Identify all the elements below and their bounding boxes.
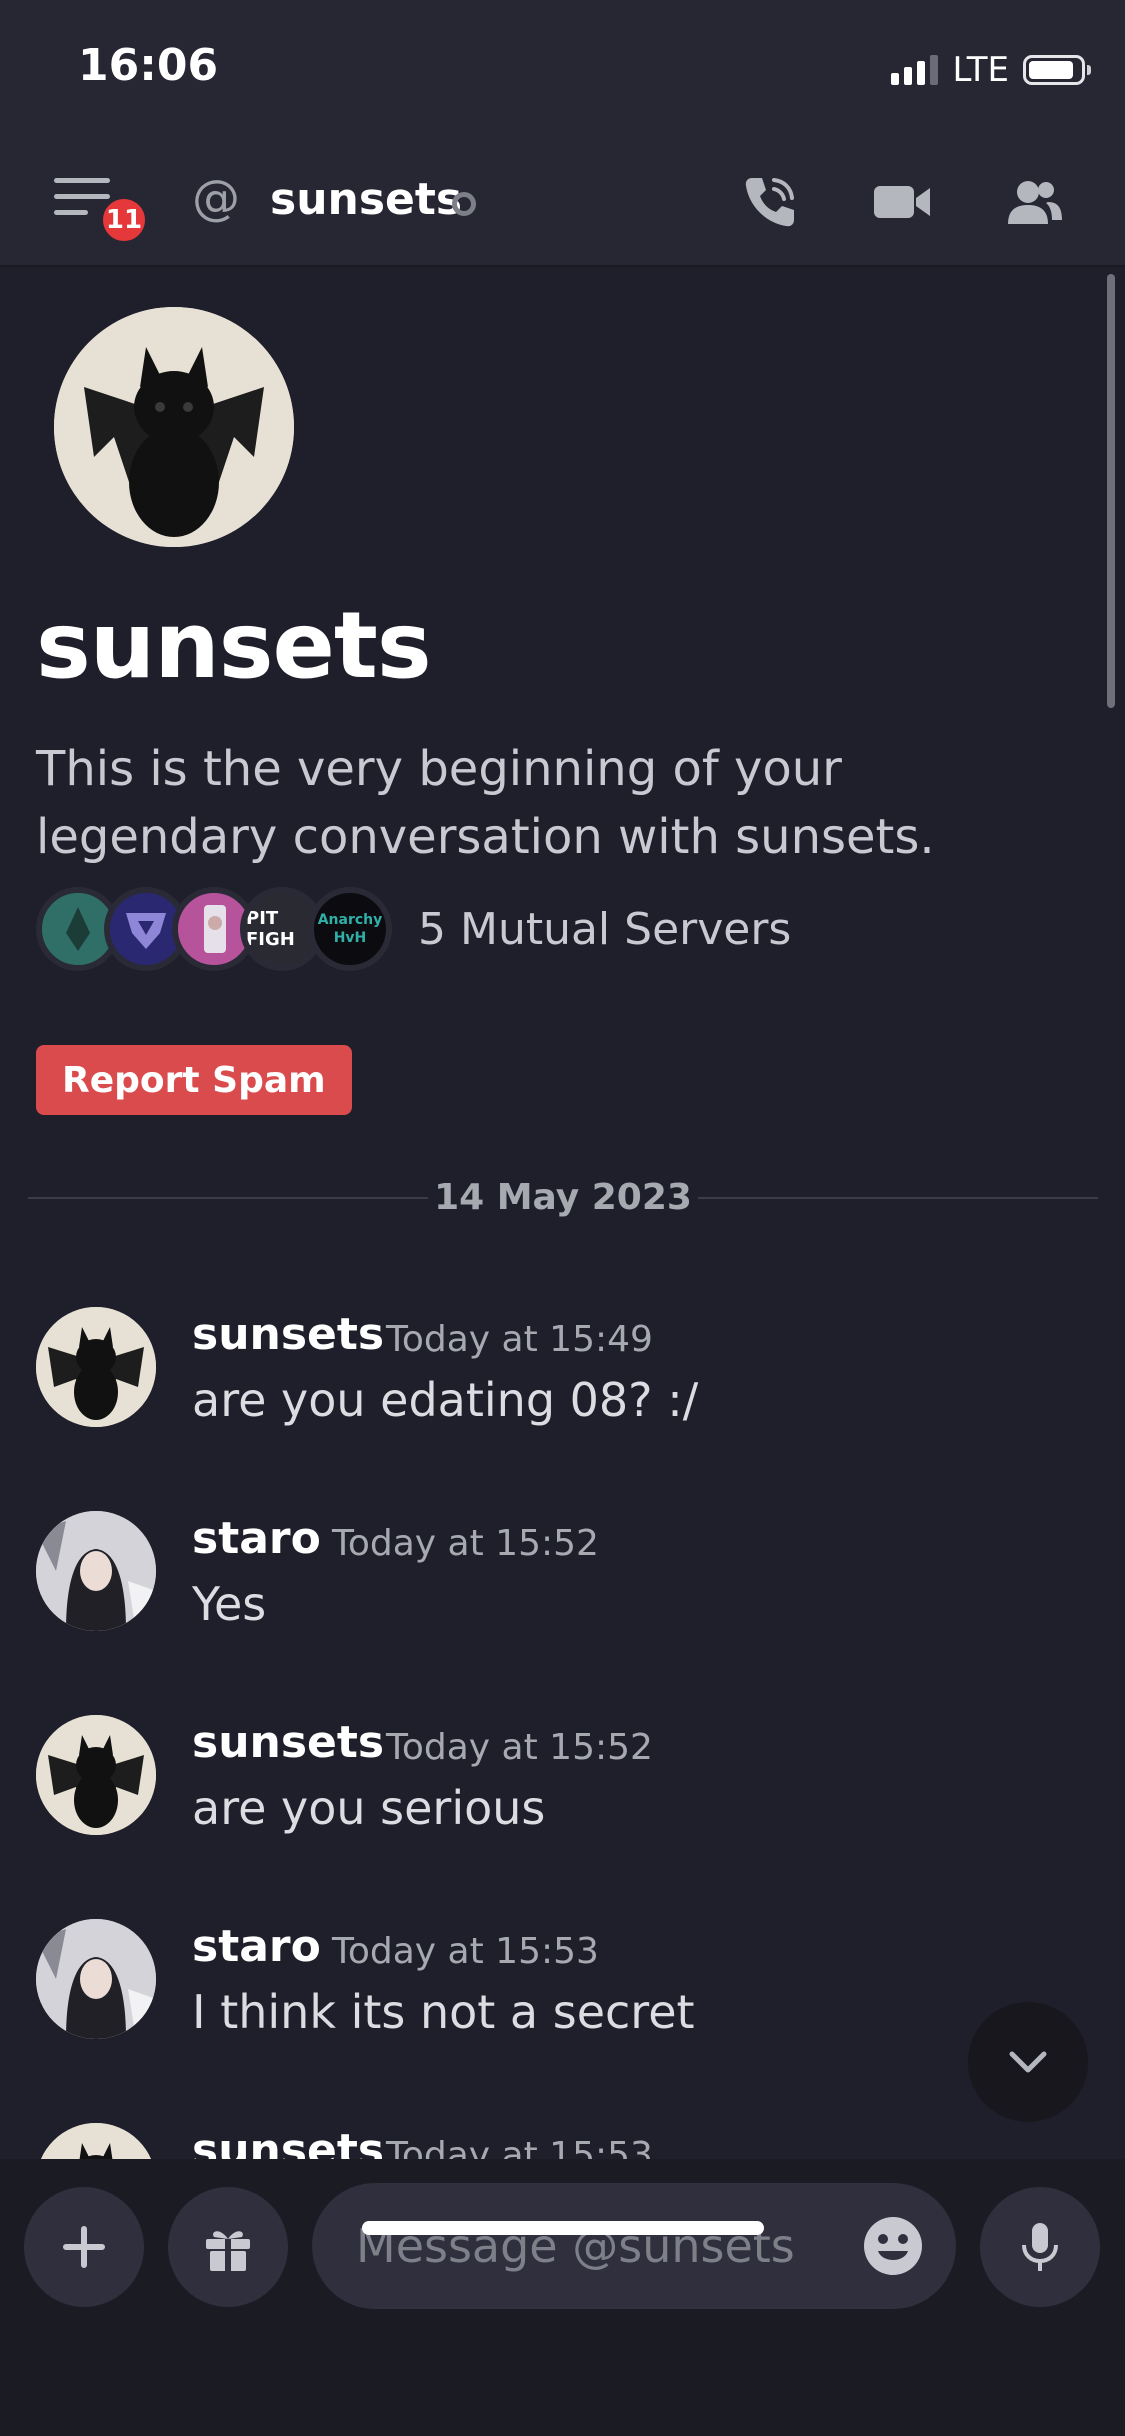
chevron-down-icon [1009, 2051, 1047, 2073]
message-text: Yes [192, 1577, 267, 1631]
video-call-icon[interactable] [870, 170, 934, 234]
message-author[interactable]: sunsets [192, 2125, 384, 2159]
at-icon: @ [192, 170, 240, 226]
message-timestamp: Today at 15:53 [332, 1931, 599, 1972]
message-text: are you edating 08? :/ [192, 1373, 699, 1427]
message-author[interactable]: staro [192, 1921, 321, 1972]
mutual-servers[interactable]: PIT FIGH Anarchy HvH 5 Mutual Servers [36, 887, 791, 971]
date-divider: 14 May 2023 [28, 1173, 1098, 1223]
voice-call-icon[interactable] [738, 170, 802, 234]
add-attachment-button[interactable] [24, 2187, 144, 2307]
author-avatar[interactable] [36, 1511, 156, 1631]
message-item[interactable]: staro Today at 15:53 I think its not a s… [36, 1919, 1096, 2079]
message-timestamp: Today at 15:49 [386, 1319, 653, 1360]
gift-button[interactable] [168, 2187, 288, 2307]
scrollbar[interactable] [1107, 274, 1115, 708]
status-indicators: LTE [891, 50, 1091, 90]
author-avatar[interactable] [36, 1715, 156, 1835]
message-timestamp: Today at 15:53 [386, 2135, 653, 2159]
message-author[interactable]: sunsets [192, 1309, 384, 1360]
status-bar: 16:06 LTE [0, 0, 1125, 140]
channel-title[interactable]: sunsets [270, 174, 462, 225]
home-indicator [362, 2221, 764, 2235]
member-list-icon[interactable] [1002, 170, 1066, 234]
message-timestamp: Today at 15:52 [332, 1523, 599, 1564]
message-item[interactable]: sunsets Today at 15:49 are you edating 0… [36, 1307, 1096, 1467]
server-icon-anarchy-hvh[interactable]: Anarchy HvH [308, 887, 392, 971]
message-item[interactable]: sunsets Today at 15:52 are you serious [36, 1715, 1096, 1875]
message-input[interactable]: Message @sunsets [312, 2183, 956, 2309]
conversation-intro: This is the very beginning of your legen… [36, 741, 935, 865]
author-avatar[interactable] [36, 1919, 156, 2039]
message-author[interactable]: sunsets [192, 1717, 384, 1768]
message-text: I think its not a secret [192, 1985, 695, 2039]
status-time: 16:06 [78, 40, 219, 91]
network-label: LTE [952, 50, 1009, 90]
message-composer: Message @sunsets [0, 2159, 1125, 2436]
message-text: are you serious [192, 1781, 546, 1835]
emoji-icon[interactable] [862, 2215, 924, 2277]
message-item[interactable]: sunsets Today at 15:53 [36, 2123, 1096, 2159]
message-timestamp: Today at 15:52 [386, 1727, 653, 1768]
gift-icon [206, 2231, 250, 2271]
mutual-servers-label[interactable]: 5 Mutual Servers [418, 904, 791, 955]
offline-status-icon [452, 192, 476, 216]
voice-message-button[interactable] [980, 2187, 1100, 2307]
author-avatar[interactable] [36, 2123, 156, 2159]
report-spam-button[interactable]: Report Spam [36, 1045, 352, 1115]
message-list[interactable]: sunsets This is the very beginning of yo… [0, 267, 1125, 2159]
author-avatar[interactable] [36, 1307, 156, 1427]
profile-name: sunsets [36, 592, 432, 699]
unread-badge: 11 [98, 194, 150, 246]
plus-icon [63, 2226, 105, 2268]
profile-avatar[interactable] [54, 307, 294, 547]
microphone-icon [1022, 2223, 1058, 2271]
battery-icon [1023, 55, 1091, 85]
message-author[interactable]: staro [192, 1513, 321, 1564]
jump-to-bottom-button[interactable] [968, 2002, 1088, 2122]
message-item[interactable]: staro Today at 15:52 Yes [36, 1511, 1096, 1671]
chat-header: 11 @ sunsets [0, 140, 1125, 267]
signal-icon [891, 55, 939, 85]
date-divider-label: 14 May 2023 [434, 1177, 692, 1218]
